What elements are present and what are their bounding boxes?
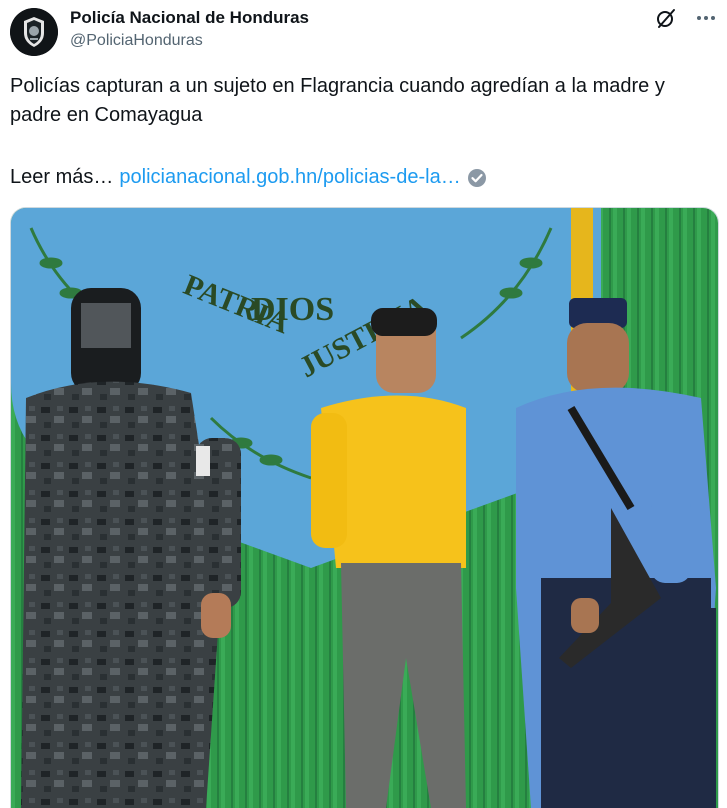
photo-illustration: DIOS PATRIA JUSTICIA xyxy=(11,208,718,808)
tweet-text: Policías capturan a un sujeto en Flagran… xyxy=(10,75,665,126)
tweet-actions xyxy=(655,6,717,30)
display-name[interactable]: Policía Nacional de Honduras xyxy=(70,8,309,28)
article-link[interactable]: policianacional.gob.hn/policias-de-la… xyxy=(119,163,460,192)
more-icon[interactable] xyxy=(695,7,717,29)
account-handle[interactable]: @PoliciaHonduras xyxy=(70,30,309,52)
grok-icon[interactable] xyxy=(655,7,677,29)
read-more-label: Leer más… xyxy=(10,166,114,188)
read-more-line: Leer más… policianacional.gob.hn/policia… xyxy=(10,163,487,192)
avatar[interactable] xyxy=(10,8,58,56)
tweet-photo[interactable]: DIOS PATRIA JUSTICIA xyxy=(10,207,719,808)
police-badge-icon xyxy=(10,8,58,56)
tweet-header: Policía Nacional de Honduras @PoliciaHon… xyxy=(10,6,717,56)
verified-check-icon xyxy=(467,168,487,188)
account-names: Policía Nacional de Honduras @PoliciaHon… xyxy=(70,8,309,52)
